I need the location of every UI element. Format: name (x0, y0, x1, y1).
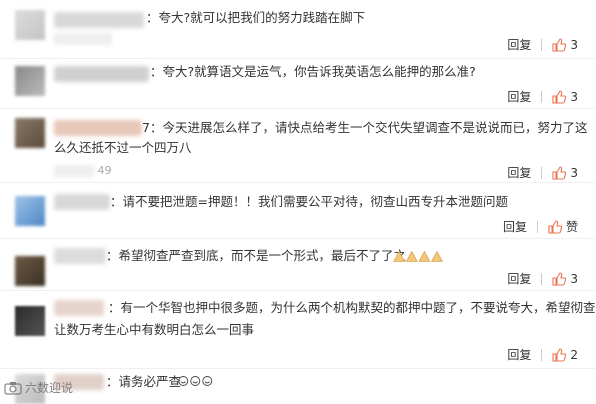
comment-actions: 回复 3 (507, 270, 578, 287)
watermark-text: 六数迎说 (25, 381, 74, 395)
divider (0, 108, 596, 109)
like-count: 3 (570, 165, 578, 180)
reply-button[interactable]: 回复 (507, 164, 531, 181)
like-count: 2 (570, 347, 578, 362)
comment-text: ：请务必严查 (106, 374, 182, 389)
camera-icon (4, 381, 22, 395)
emoji-icon (178, 376, 213, 386)
comment-text: ：夸大?就算语文是运气，你告诉我英语怎么能押的那么准? (150, 64, 476, 79)
avatar[interactable] (15, 196, 45, 226)
comment-text: ：希望彻查严查到底，而不是一个形式，最后不了了之 (106, 248, 407, 263)
divider (0, 58, 596, 59)
divider (541, 90, 543, 103)
avatar[interactable] (15, 256, 45, 286)
emoji-icon (393, 250, 444, 262)
avatar[interactable] (15, 306, 45, 336)
thumbs-up-icon[interactable] (552, 347, 567, 362)
reply-button[interactable]: 回复 (503, 218, 527, 235)
divider (0, 238, 596, 239)
divider (0, 182, 596, 183)
comment-text: ：有一个华智也押中很多题，为什么两个机构默契的都押中题了，不要说夸大，希望彻查， (108, 300, 596, 315)
comment-actions: 回复 赞 (503, 218, 578, 235)
watermark: 六数迎说 (4, 379, 73, 396)
divider (541, 38, 543, 51)
username-blurred[interactable] (54, 248, 106, 264)
like-count: 3 (570, 89, 578, 104)
like-count: 3 (570, 37, 578, 52)
comment-actions: 回复 3 (507, 164, 578, 181)
reply-button[interactable]: 回复 (507, 36, 531, 53)
username-blurred[interactable] (54, 120, 142, 136)
divider (541, 272, 543, 285)
reply-button[interactable]: 回复 (507, 88, 531, 105)
username-blurred[interactable] (54, 66, 149, 82)
divider (0, 290, 596, 291)
comment-time: 49 (54, 164, 112, 180)
avatar[interactable] (15, 118, 45, 148)
username-blurred[interactable] (54, 300, 104, 316)
username-blurred[interactable] (54, 12, 144, 28)
username-blurred[interactable] (54, 194, 110, 210)
reply-button[interactable]: 回复 (507, 270, 531, 287)
thumbs-up-icon[interactable] (552, 89, 567, 104)
like-count: 3 (570, 271, 578, 286)
comment-text-line2: 么久还抵不过一个四万八 (54, 140, 192, 155)
reply-button[interactable]: 回复 (507, 346, 531, 363)
thumbs-up-icon[interactable] (548, 219, 562, 234)
thumbs-up-icon[interactable] (552, 37, 567, 52)
comment-actions: 回复 2 (507, 346, 578, 363)
comment-actions: 回复 3 (507, 36, 578, 53)
divider (541, 348, 543, 361)
thumbs-up-icon[interactable] (552, 165, 567, 180)
comment-actions: 回复 3 (507, 88, 578, 105)
comment-text: ：请不要把泄题=押题！！我们需要公平对待，彻查山西专升本泄题问题 (110, 194, 508, 209)
comment-time (54, 32, 112, 48)
comment-text: ：夸大?就可以把我们的努力践踏在脚下 (146, 10, 366, 25)
divider (536, 220, 538, 233)
divider (541, 166, 543, 179)
avatar[interactable] (15, 10, 45, 40)
thumbs-up-icon[interactable] (552, 271, 567, 286)
avatar[interactable] (15, 66, 45, 96)
comment-text: 7：今天进展怎么样了，请快点给考生一个交代失望调查不是说说而已，努力了这 (142, 120, 588, 135)
like-count: 赞 (565, 220, 578, 234)
comment-text-line2: 让数万考生心中有数明白怎么一回事 (54, 322, 255, 337)
divider (0, 368, 596, 369)
